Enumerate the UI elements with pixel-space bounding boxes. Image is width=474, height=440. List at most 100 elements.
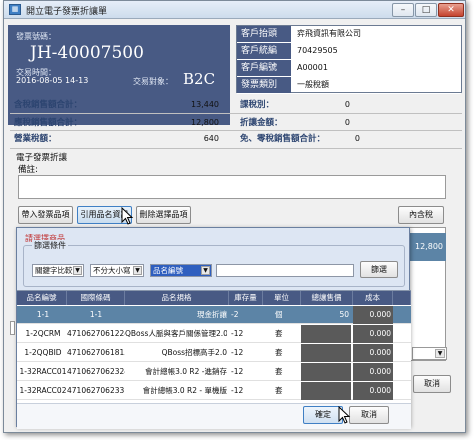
window-title: 開立電子發票折讓單 (26, 7, 108, 17)
exempt-total-row: 免、零稅銷售額合計： 0 (240, 131, 360, 147)
divider (10, 130, 462, 131)
col-header-code[interactable]: 品名編號 (17, 291, 67, 305)
allowance-group-label: 電子發票折讓 (16, 153, 68, 163)
customer-id-value: A00001 (297, 63, 328, 72)
cell-price (301, 325, 351, 343)
cell-name: QBoss招標高手2.0 (161, 348, 227, 357)
behind-dropdown[interactable]: ▼ (412, 347, 447, 360)
import-invoice-items-button[interactable]: 帶入發票品項 (18, 206, 73, 224)
business-tax-label: 營業稅額： (14, 134, 57, 144)
cell-stock: -12 (231, 367, 244, 376)
case-select-value: 不分大小寫 (93, 266, 131, 275)
col-header-name[interactable]: 品名規格 (125, 291, 229, 305)
picker-ok-button[interactable]: 確定 (303, 406, 343, 424)
main-cancel-button[interactable]: 取消 (413, 375, 451, 393)
cell-barcode: 4710627062324 (67, 367, 125, 376)
allowance-amount-row: 折讓金額： 0 (240, 115, 350, 131)
field-select[interactable]: 品名編號 ▼ (150, 264, 212, 277)
cell-name: 會計總帳3.0 R2 - 單機版 (142, 386, 227, 395)
minimize-icon[interactable]: – (392, 3, 414, 17)
picker-cancel-button[interactable]: 取消 (349, 406, 389, 424)
customer-title-value: 弈飛資訊有限公司 (297, 29, 361, 38)
txn-time: 2016-08-05 14-13 (16, 76, 89, 85)
col-header-cost[interactable]: 成本 (353, 291, 393, 305)
txn-target: B2C (183, 70, 216, 88)
exempt-total-label: 免、零稅銷售額合計： (240, 134, 326, 144)
maximize-icon[interactable]: □ (415, 3, 437, 17)
customer-title-label: 客戶抬頭 (237, 26, 291, 42)
filter-button[interactable]: 篩選 (360, 261, 398, 278)
cell-name: 會計總帳3.0 R2 -進銷存 (145, 367, 227, 376)
search-input[interactable] (216, 264, 354, 277)
col-header-unit[interactable]: 單位 (263, 291, 301, 305)
cell-code: 1-1 (36, 310, 50, 319)
cell-cost: 0.000 (353, 382, 393, 400)
customer-taxid-value: 70429505 (297, 46, 338, 55)
exempt-total-value: 0 (354, 134, 360, 143)
cell-code: 1-2QCRM (25, 329, 61, 338)
cell-cost: 0.000 (353, 363, 393, 381)
table-row[interactable]: 1-2QQBID 4710627061815 QBoss招標高手2.0 -12 … (17, 344, 411, 362)
business-tax-value: 640 (203, 134, 219, 143)
table-row[interactable]: 1-2QCRM 4710627061224 QBoss人脈與客戶關係管理2.0 … (17, 325, 411, 343)
chevron-down-icon[interactable]: ▼ (435, 349, 445, 358)
invoice-number: JH-40007500 (30, 43, 144, 63)
tax-included-button[interactable]: 內含稅 (398, 206, 444, 224)
taxable-total-label: 應稅銷售額合計： (14, 118, 83, 128)
customer-panel: 客戶抬頭 弈飛資訊有限公司 客戶統編 70429505 客戶編號 A00001 … (236, 25, 462, 94)
cell-unit: 套 (275, 348, 283, 357)
allowance-window: ▦ 開立電子發票折讓單 – □ ✕ 發票號碼： JH-40007500 交易時間… (3, 0, 466, 433)
cell-price (301, 382, 351, 400)
col-header-stock[interactable]: 庫存量 (229, 291, 263, 305)
cell-cost: 0.000 (353, 325, 393, 343)
cell-price (301, 344, 351, 362)
invoice-type-label: 發票類別 (237, 77, 291, 93)
customer-id-label: 客戶編號 (237, 60, 291, 76)
customer-row: 客戶抬頭 弈飛資訊有限公司 (237, 26, 461, 43)
filter-group-label: 篩選條件 (32, 240, 68, 251)
taxable-total-value: 12,800 (191, 118, 219, 127)
chevron-down-icon[interactable]: ▼ (133, 266, 142, 275)
customer-taxid-label: 客戶統編 (237, 43, 291, 59)
col-header-filler (393, 291, 411, 305)
note-label: 備註: (18, 165, 38, 175)
txn-target-label: 交易對象： (133, 77, 173, 86)
table-row[interactable]: 1-1 1-1 現金折讓 -2 個 50 0.000 (17, 306, 411, 324)
total-incl-tax-label: 含稅銷售額合計： (14, 100, 83, 110)
tax-category-label: 課稅別： (240, 100, 275, 110)
allowance-amount-label: 折讓金額： (240, 118, 283, 128)
invoice-type-value: 一般稅額 (297, 80, 329, 89)
table-row[interactable]: 1-32RACC01 4710627062324 會計總帳3.0 R2 -進銷存… (17, 363, 411, 381)
chevron-down-icon[interactable]: ▼ (73, 266, 82, 275)
col-header-price[interactable]: 總讓售價 (301, 291, 353, 305)
cell-barcode: 1-1 (89, 310, 103, 319)
cell-code: 1-2QQBID (24, 348, 62, 357)
cell-price: 50 (339, 310, 349, 319)
col-header-barcode[interactable]: 國際條碼 (67, 291, 125, 305)
cell-stock: -12 (231, 348, 244, 357)
left-field-edge (10, 321, 15, 335)
cell-stock: -12 (231, 386, 244, 395)
field-select-value: 品名編號 (153, 266, 183, 275)
allowance-amount-value: 0 (344, 118, 350, 127)
app-icon: ▦ (9, 4, 21, 15)
delete-selected-items-button[interactable]: 刪除選擇品項 (136, 206, 191, 224)
table-row[interactable]: 1-32RACC02 4710627062331 會計總帳3.0 R2 - 單機… (17, 382, 411, 400)
cell-cost: 0.000 (353, 306, 393, 324)
note-textarea[interactable] (18, 175, 446, 199)
cell-unit: 套 (275, 386, 283, 395)
chevron-down-icon[interactable]: ▼ (201, 266, 210, 275)
cell-code: 1-32RACC01 (19, 367, 67, 376)
case-select[interactable]: 不分大小寫 ▼ (90, 264, 144, 277)
tax-category-row: 課稅別： 0 (240, 97, 350, 113)
product-picker-dialog: 請選擇商品 篩選條件 關鍵字比較 ▼ 不分大小寫 ▼ 品名編號 ▼ 篩選 品名編… (16, 227, 411, 429)
keyword-compare-select[interactable]: 關鍵字比較 ▼ (32, 264, 84, 277)
cell-unit: 個 (275, 310, 283, 319)
cell-barcode: 4710627062331 (67, 386, 125, 395)
divider (10, 148, 462, 149)
close-icon[interactable]: ✕ (438, 3, 464, 17)
cell-name: QBoss人脈與客戶關係管理2.0 (125, 329, 227, 338)
cell-stock: -12 (231, 329, 244, 338)
total-incl-tax-value: 13,440 (191, 100, 219, 109)
title-bar[interactable]: ▦ 開立電子發票折讓單 – □ ✕ (4, 1, 465, 19)
